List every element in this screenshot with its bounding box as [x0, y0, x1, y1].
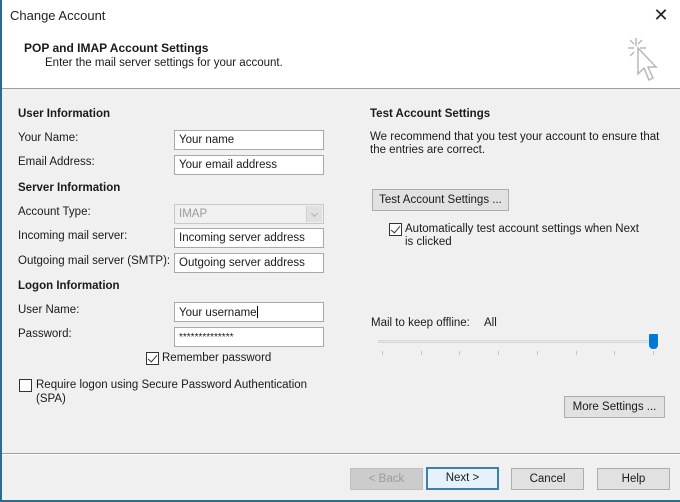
- change-account-dialog: Change Account ✕ POP and IMAP Account Se…: [0, 0, 680, 502]
- slider-tick: [420, 351, 422, 355]
- auto-test-label-line2: is clicked: [405, 236, 452, 248]
- text-caret: [256, 306, 258, 318]
- username-value: Your username: [179, 307, 257, 319]
- test-account-heading: Test Account Settings: [370, 108, 491, 120]
- footer-divider: [2, 453, 680, 455]
- password-label: Password:: [18, 328, 72, 340]
- user-information-heading: User Information: [18, 108, 111, 120]
- mail-offline-slider-track[interactable]: [378, 340, 654, 343]
- more-settings-button[interactable]: More Settings ...: [564, 396, 665, 418]
- slider-tick: [653, 351, 654, 355]
- auto-test-checkbox[interactable]: [389, 223, 402, 236]
- slider-tick: [536, 351, 538, 355]
- chevron-down-icon: [306, 206, 322, 222]
- dialog-header: POP and IMAP Account Settings Enter the …: [2, 32, 680, 89]
- mail-offline-slider-thumb[interactable]: [649, 334, 658, 349]
- title-bar: Change Account ✕: [2, 0, 680, 32]
- your-name-label: Your Name:: [18, 132, 79, 144]
- slider-tick: [459, 351, 461, 355]
- window-title: Change Account: [10, 8, 106, 23]
- slider-tick: [382, 351, 383, 355]
- account-type-label: Account Type:: [18, 206, 91, 218]
- remember-password-checkbox[interactable]: [146, 352, 159, 365]
- spa-label-line1: Require logon using Secure Password Auth…: [36, 379, 308, 391]
- cursor-click-icon: [628, 38, 658, 82]
- email-address-label: Email Address:: [18, 156, 95, 168]
- password-input[interactable]: **************: [174, 327, 324, 347]
- header-subtitle: Enter the mail server settings for your …: [45, 57, 283, 69]
- mail-offline-value: All: [484, 317, 497, 329]
- account-type-select: IMAP: [174, 204, 324, 224]
- logon-information-heading: Logon Information: [18, 280, 120, 292]
- back-button[interactable]: < Back: [350, 468, 423, 490]
- spa-checkbox[interactable]: [19, 379, 32, 392]
- username-label: User Name:: [18, 304, 80, 316]
- remember-password-label: Remember password: [162, 352, 272, 364]
- slider-tick: [614, 351, 616, 355]
- cancel-button[interactable]: Cancel: [511, 468, 584, 490]
- spa-label-line2: (SPA): [36, 393, 66, 405]
- next-button[interactable]: Next >: [426, 467, 499, 490]
- mail-offline-label: Mail to keep offline:: [371, 317, 470, 329]
- outgoing-server-input[interactable]: Outgoing server address: [174, 253, 324, 273]
- test-description-line1: We recommend that you test your account …: [370, 131, 660, 143]
- incoming-server-input[interactable]: Incoming server address: [174, 228, 324, 248]
- help-button[interactable]: Help: [597, 468, 670, 490]
- email-address-input[interactable]: Your email address: [174, 155, 324, 175]
- outgoing-server-label: Outgoing mail server (SMTP):: [18, 255, 171, 267]
- auto-test-label-line1: Automatically test account settings when…: [405, 223, 639, 235]
- slider-tick: [575, 351, 577, 355]
- header-title: POP and IMAP Account Settings: [24, 41, 209, 55]
- username-input[interactable]: Your username: [174, 302, 324, 322]
- server-information-heading: Server Information: [18, 182, 121, 194]
- incoming-server-label: Incoming mail server:: [18, 230, 128, 242]
- close-icon[interactable]: ✕: [650, 4, 672, 26]
- your-name-input[interactable]: Your name: [174, 130, 324, 150]
- slider-tick: [498, 351, 500, 355]
- test-account-settings-button[interactable]: Test Account Settings ...: [372, 189, 509, 211]
- account-type-value: IMAP: [179, 208, 208, 220]
- test-description-line2: the entries are correct.: [370, 144, 486, 156]
